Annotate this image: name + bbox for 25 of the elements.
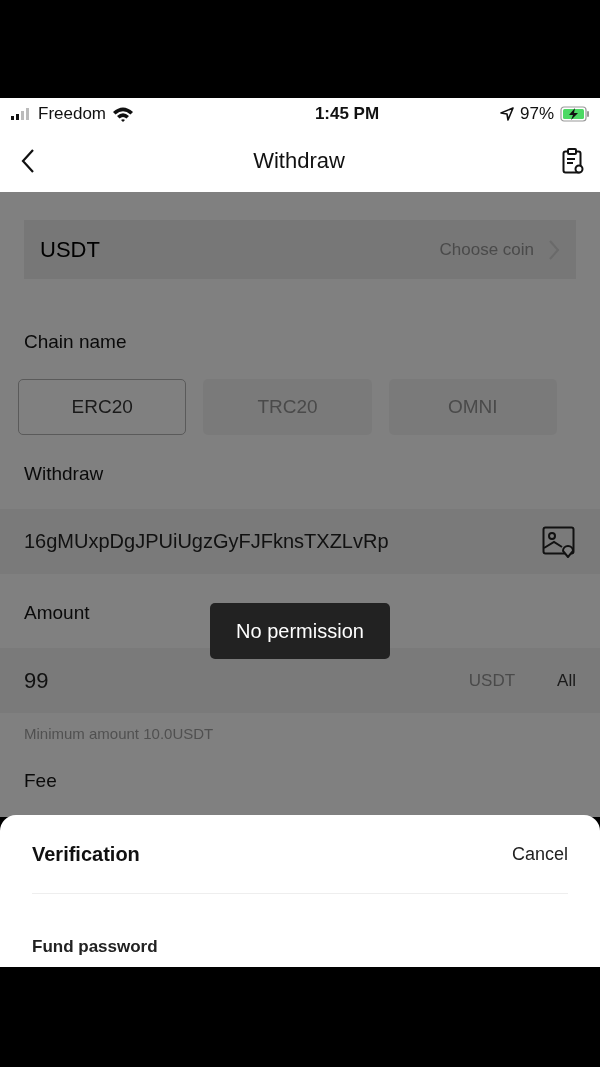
section-label: Withdraw [23, 463, 105, 485]
all-link[interactable]: All [557, 670, 576, 691]
page-title: Withdraw [253, 148, 345, 174]
toast-message: No permission [210, 603, 390, 659]
battery-percent: 97% [519, 104, 554, 124]
address-field[interactable]: 16gMUxpDgJPUiUgzGyFJFknsTXZLvRp [0, 509, 600, 574]
amount-value: 99 [24, 667, 49, 694]
cancel-link[interactable]: Cancel [511, 843, 568, 865]
chain-option[interactable]: ERC20 [18, 379, 187, 435]
carrier-name: Freedom [38, 104, 107, 124]
sheet-title: Verification [32, 842, 140, 866]
section-label: Amount [23, 602, 91, 624]
section-label: Fee [23, 770, 58, 792]
wifi-icon [112, 106, 135, 122]
status-time: 1:45 PM [314, 104, 380, 124]
address-value: 16gMUxpDgJPUiUgzGyFJFknsTXZLvRp [24, 530, 389, 553]
back-chevron-icon[interactable] [20, 148, 36, 174]
field-label: Fund password [31, 936, 159, 957]
location-arrow-icon [499, 107, 514, 121]
clipboard-record-icon[interactable] [562, 148, 584, 174]
signal-icon [10, 108, 32, 120]
section-label: Chain name [23, 331, 128, 353]
image-pin-icon[interactable] [542, 525, 576, 558]
coin-value: USDT [40, 236, 100, 263]
battery-charging-icon [560, 106, 590, 122]
